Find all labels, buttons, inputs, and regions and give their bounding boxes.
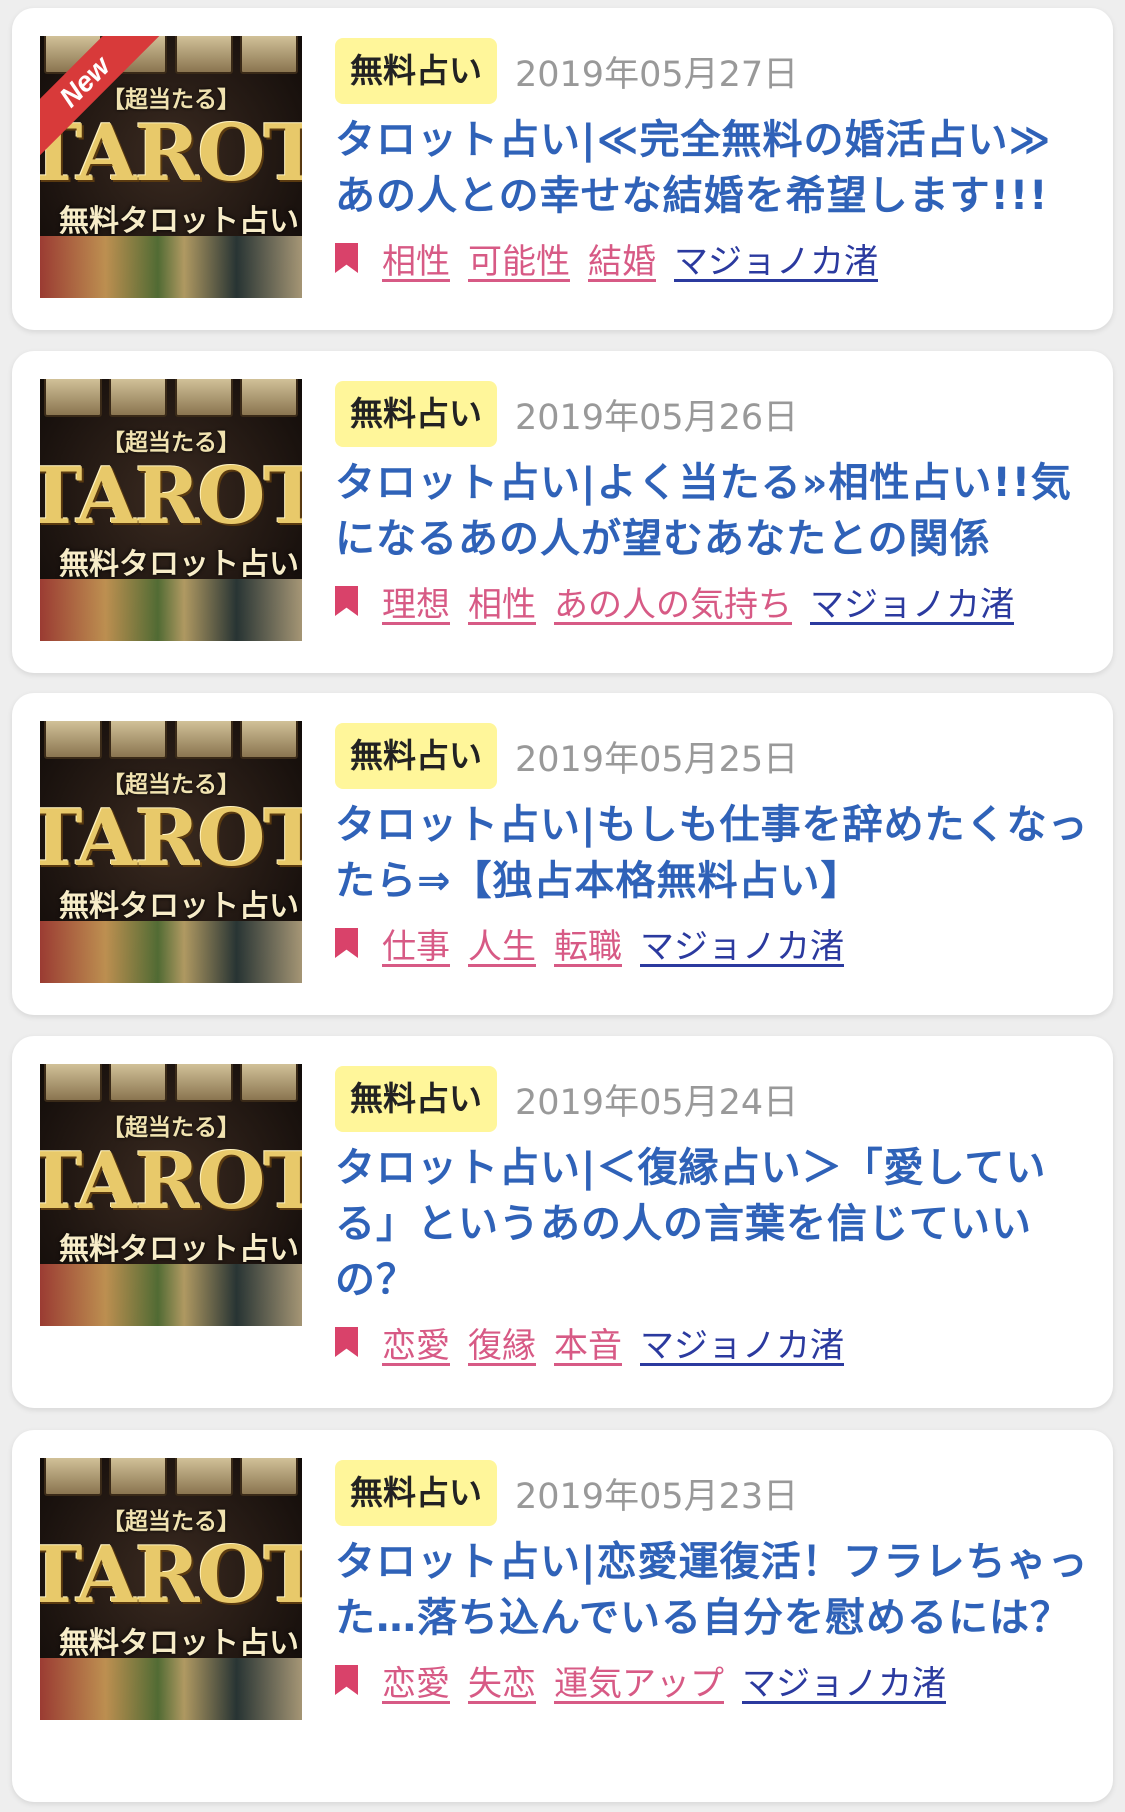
post-date: 2019年05月27日: [515, 54, 799, 95]
article-title[interactable]: タロット占い|＜復縁占い＞「愛している」というあの人の言葉を信じていいの？: [335, 1140, 1089, 1308]
thumbnail-cards-art: [40, 579, 302, 641]
thumbnail-cards-art: [40, 921, 302, 983]
tag-list: 恋愛 失恋 運気アップ マジョノカ渚: [335, 1652, 1089, 1708]
category-badge[interactable]: 無料占い: [335, 38, 497, 104]
category-badge[interactable]: 無料占い: [335, 1066, 497, 1132]
article-content: 無料占い 2019年05月27日 タロット占い|≪完全無料の婚活占い≫あの人との…: [335, 38, 1089, 286]
tag-link[interactable]: 運気アップ: [554, 1656, 724, 1705]
article-content: 無料占い 2019年05月25日 タロット占い|もしも仕事を辞めたくなったら⇒【…: [335, 723, 1089, 971]
article-card[interactable]: 【超当たる】 TAROT 無料タロット占い 無料占い 2019年05月25日 タ…: [12, 693, 1113, 1015]
tag-link[interactable]: 相性: [468, 577, 536, 626]
tag-link[interactable]: 可能性: [468, 234, 570, 283]
tag-link[interactable]: 本音: [554, 1318, 622, 1367]
article-card[interactable]: 【超当たる】 TAROT 無料タロット占い 無料占い 2019年05月23日 タ…: [12, 1430, 1113, 1802]
article-card[interactable]: 【超当たる】 TAROT 無料タロット占い New 無料占い 2019年05月2…: [12, 8, 1113, 330]
thumbnail-text-2: TAROT: [40, 793, 302, 884]
tag-list: 恋愛 復縁 本音 マジョノカ渚: [335, 1314, 1089, 1370]
thumbnail-text-3: 無料タロット占い: [59, 1232, 299, 1267]
thumbnail-text-2: TAROT: [40, 1530, 302, 1621]
tag-link[interactable]: 転職: [554, 919, 622, 968]
tag-link[interactable]: 失恋: [468, 1656, 536, 1705]
article-card[interactable]: 【超当たる】 TAROT 無料タロット占い 無料占い 2019年05月24日 タ…: [12, 1036, 1113, 1408]
tag-link[interactable]: 理想: [382, 577, 450, 626]
thumbnail-decoration: [40, 1064, 302, 1102]
thumbnail-text-3: 無料タロット占い: [59, 889, 299, 924]
tag-link[interactable]: 仕事: [382, 919, 450, 968]
article-thumbnail[interactable]: 【超当たる】 TAROT 無料タロット占い: [40, 379, 302, 641]
thumbnail-text-2: TAROT: [40, 451, 302, 542]
category-badge[interactable]: 無料占い: [335, 723, 497, 789]
thumbnail-text-2: TAROT: [40, 1136, 302, 1227]
article-thumbnail[interactable]: 【超当たる】 TAROT 無料タロット占い: [40, 1064, 302, 1326]
post-date: 2019年05月25日: [515, 739, 799, 780]
thumbnail-text-3: 無料タロット占い: [59, 547, 299, 582]
article-content: 無料占い 2019年05月23日 タロット占い|恋愛運復活！フラレちゃった…落ち…: [335, 1460, 1089, 1708]
article-thumbnail[interactable]: 【超当たる】 TAROT 無料タロット占い: [40, 721, 302, 983]
thumbnail-decoration: [40, 1458, 302, 1496]
bookmark-icon: [335, 928, 358, 958]
article-card[interactable]: 【超当たる】 TAROT 無料タロット占い 無料占い 2019年05月26日 タ…: [12, 351, 1113, 673]
article-thumbnail[interactable]: 【超当たる】 TAROT 無料タロット占い New: [40, 36, 302, 298]
thumbnail-decoration: [40, 721, 302, 759]
tag-list: 理想 相性 あの人の気持ち マジョノカ渚: [335, 573, 1089, 629]
tag-list: 仕事 人生 転職 マジョノカ渚: [335, 915, 1089, 971]
post-date: 2019年05月23日: [515, 1476, 799, 1517]
tag-link[interactable]: 結婚: [588, 234, 656, 283]
category-badge[interactable]: 無料占い: [335, 1460, 497, 1526]
tag-link[interactable]: 恋愛: [382, 1318, 450, 1367]
article-content: 無料占い 2019年05月26日 タロット占い|よく当たる»相性占い!!気になる…: [335, 381, 1089, 629]
new-label: New: [40, 36, 167, 164]
tag-link[interactable]: 人生: [468, 919, 536, 968]
article-title[interactable]: タロット占い|もしも仕事を辞めたくなったら⇒【独占本格無料占い】: [335, 797, 1089, 909]
thumbnail-cards-art: [40, 1658, 302, 1720]
bookmark-icon: [335, 586, 358, 616]
post-date: 2019年05月26日: [515, 397, 799, 438]
post-date: 2019年05月24日: [515, 1082, 799, 1123]
tag-link[interactable]: 恋愛: [382, 1656, 450, 1705]
tag-link[interactable]: 復縁: [468, 1318, 536, 1367]
thumbnail-decoration: [40, 379, 302, 417]
article-title[interactable]: タロット占い|≪完全無料の婚活占い≫あの人との幸せな結婚を希望します!!!: [335, 112, 1089, 224]
article-list: 【超当たる】 TAROT 無料タロット占い New 無料占い 2019年05月2…: [0, 0, 1125, 1812]
bookmark-icon: [335, 243, 358, 273]
article-title[interactable]: タロット占い|恋愛運復活！フラレちゃった…落ち込んでいる自分を慰めるには？: [335, 1534, 1089, 1646]
author-link[interactable]: マジョノカ渚: [640, 919, 844, 968]
author-link[interactable]: マジョノカ渚: [640, 1318, 844, 1367]
new-ribbon: New: [40, 36, 170, 166]
tag-list: 相性 可能性 結婚 マジョノカ渚: [335, 230, 1089, 286]
bookmark-icon: [335, 1665, 358, 1695]
article-content: 無料占い 2019年05月24日 タロット占い|＜復縁占い＞「愛している」という…: [335, 1066, 1089, 1370]
thumbnail-text-3: 無料タロット占い: [59, 1626, 299, 1661]
author-link[interactable]: マジョノカ渚: [674, 234, 878, 283]
author-link[interactable]: マジョノカ渚: [810, 577, 1014, 626]
thumbnail-cards-art: [40, 1264, 302, 1326]
thumbnail-cards-art: [40, 236, 302, 298]
article-title[interactable]: タロット占い|よく当たる»相性占い!!気になるあの人が望むあなたとの関係: [335, 455, 1089, 567]
bookmark-icon: [335, 1327, 358, 1357]
author-link[interactable]: マジョノカ渚: [742, 1656, 946, 1705]
thumbnail-text-3: 無料タロット占い: [59, 204, 299, 239]
category-badge[interactable]: 無料占い: [335, 381, 497, 447]
tag-link[interactable]: 相性: [382, 234, 450, 283]
tag-link[interactable]: あの人の気持ち: [554, 577, 792, 626]
article-thumbnail[interactable]: 【超当たる】 TAROT 無料タロット占い: [40, 1458, 302, 1720]
